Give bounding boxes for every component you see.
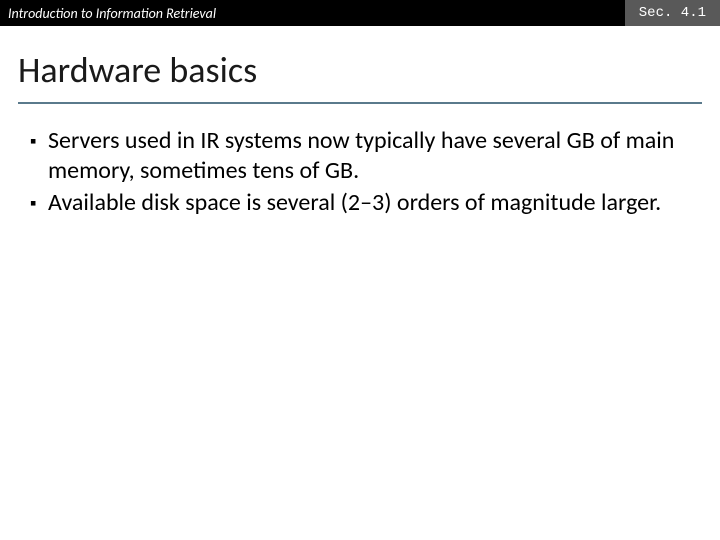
content-area: ▪ Servers used in IR systems now typical…	[0, 104, 720, 218]
bullet-icon: ▪	[24, 126, 48, 152]
slide-title: Hardware basics	[18, 48, 702, 92]
slide-header: Introduction to Information Retrieval Se…	[0, 0, 720, 26]
bullet-list: ▪ Servers used in IR systems now typical…	[24, 126, 696, 218]
list-item: ▪ Available disk space is several (2–3) …	[24, 188, 696, 218]
bullet-icon: ▪	[24, 188, 48, 214]
list-item: ▪ Servers used in IR systems now typical…	[24, 126, 696, 186]
course-title: Introduction to Information Retrieval	[8, 5, 216, 22]
title-area: Hardware basics	[0, 26, 720, 98]
bullet-text: Servers used in IR systems now typically…	[48, 126, 696, 186]
section-label: Sec. 4.1	[625, 0, 720, 26]
bullet-text: Available disk space is several (2–3) or…	[48, 188, 661, 218]
